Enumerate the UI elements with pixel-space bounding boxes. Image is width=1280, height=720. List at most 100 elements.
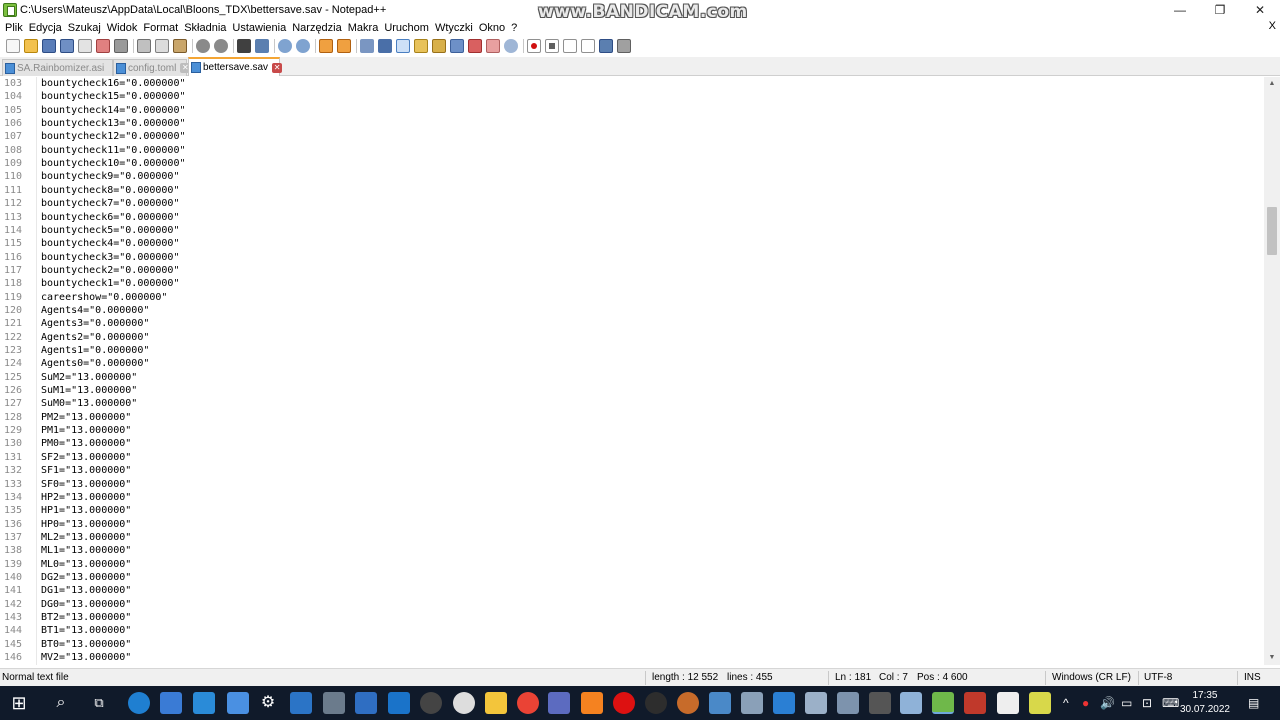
- editor-line[interactable]: 142 DG0="13.000000": [0, 598, 1264, 611]
- disc-icon[interactable]: [420, 692, 442, 714]
- tray-expand-icon[interactable]: ^: [1063, 696, 1069, 710]
- editor-line[interactable]: 136 HP0="13.000000": [0, 518, 1264, 531]
- menu-makra[interactable]: Makra: [345, 22, 382, 34]
- editor-line[interactable]: 143 BT2="13.000000": [0, 611, 1264, 624]
- sync-horizontal-icon[interactable]: [337, 39, 351, 53]
- editor-line[interactable]: 109 bountycheck10="0.000000": [0, 157, 1264, 170]
- editor-line[interactable]: 123 Agents1="0.000000": [0, 344, 1264, 357]
- indent-guide-icon[interactable]: [396, 39, 410, 53]
- line-text[interactable]: BT0="13.000000": [41, 638, 131, 651]
- line-text[interactable]: bountycheck12="0.000000": [41, 130, 186, 143]
- editor-line[interactable]: 120 Agents4="0.000000": [0, 304, 1264, 317]
- line-text[interactable]: Agents0="0.000000": [41, 357, 149, 370]
- save-icon[interactable]: [42, 39, 56, 53]
- word-wrap-icon[interactable]: [360, 39, 374, 53]
- line-text[interactable]: BT1="13.000000": [41, 624, 131, 637]
- editor-line[interactable]: 115 bountycheck4="0.000000": [0, 237, 1264, 250]
- zoom-in-icon[interactable]: [278, 39, 292, 53]
- menu-skladnia[interactable]: Składnia: [181, 22, 229, 34]
- editor-line[interactable]: 126 SuM1="13.000000": [0, 384, 1264, 397]
- editor-line[interactable]: 144 BT1="13.000000": [0, 624, 1264, 637]
- menu-widok[interactable]: Widok: [104, 22, 141, 34]
- line-text[interactable]: Agents3="0.000000": [41, 317, 149, 330]
- app-icon[interactable]: [964, 692, 986, 714]
- editor-line[interactable]: 110 bountycheck9="0.000000": [0, 170, 1264, 183]
- line-text[interactable]: bountycheck10="0.000000": [41, 157, 186, 170]
- menu-uruchom[interactable]: Uruchom: [381, 22, 432, 34]
- editor-line[interactable]: 125 SuM2="13.000000": [0, 371, 1264, 384]
- task-view-icon[interactable]: ⧉: [88, 692, 110, 714]
- image-viewer-icon[interactable]: [355, 692, 377, 714]
- menu-szukaj[interactable]: Szukaj: [65, 22, 104, 34]
- editor-line[interactable]: 128 PM2="13.000000": [0, 411, 1264, 424]
- close-file-icon[interactable]: [78, 39, 92, 53]
- record-macro-icon[interactable]: [527, 39, 541, 53]
- folder-workspace-icon[interactable]: [486, 39, 500, 53]
- line-text[interactable]: Agents1="0.000000": [41, 344, 149, 357]
- volume-icon[interactable]: 🔊: [1100, 696, 1115, 710]
- line-text[interactable]: bountycheck16="0.000000": [41, 77, 186, 90]
- menu-plik[interactable]: Plik: [2, 22, 26, 34]
- line-text[interactable]: bountycheck9="0.000000": [41, 170, 179, 183]
- doc-list-icon[interactable]: [450, 39, 464, 53]
- editor-line[interactable]: 131 SF2="13.000000": [0, 451, 1264, 464]
- line-text[interactable]: DG2="13.000000": [41, 571, 131, 584]
- mail-icon[interactable]: [227, 692, 249, 714]
- scroll-down-icon[interactable]: ▼: [1264, 651, 1280, 665]
- new-file-icon[interactable]: [6, 39, 20, 53]
- line-text[interactable]: bountycheck6="0.000000": [41, 211, 179, 224]
- line-text[interactable]: PM2="13.000000": [41, 411, 131, 424]
- zoom-out-icon[interactable]: [296, 39, 310, 53]
- editor-line[interactable]: 139 ML0="13.000000": [0, 558, 1264, 571]
- vlc-icon[interactable]: [581, 692, 603, 714]
- search-icon[interactable]: ⌕: [50, 692, 72, 714]
- save-all-icon[interactable]: [60, 39, 74, 53]
- editor-line[interactable]: 106 bountycheck13="0.000000": [0, 117, 1264, 130]
- editor-line[interactable]: 113 bountycheck6="0.000000": [0, 211, 1264, 224]
- editor-line[interactable]: 141 DG1="13.000000": [0, 584, 1264, 597]
- tab-bettersave-sav[interactable]: bettersave.sav ✕: [188, 57, 283, 76]
- notepadpp-taskbar-icon[interactable]: [932, 692, 954, 714]
- save-macro-icon[interactable]: [599, 39, 613, 53]
- scroll-up-icon[interactable]: ▲: [1264, 77, 1280, 91]
- editor-line[interactable]: 135 HP1="13.000000": [0, 504, 1264, 517]
- obs-icon[interactable]: [645, 692, 667, 714]
- app-icon[interactable]: [869, 692, 891, 714]
- redo-icon[interactable]: [214, 39, 228, 53]
- line-text[interactable]: HP1="13.000000": [41, 504, 131, 517]
- line-text[interactable]: bountycheck15="0.000000": [41, 90, 186, 103]
- steam-icon[interactable]: [453, 692, 475, 714]
- editor-line[interactable]: 130 PM0="13.000000": [0, 437, 1264, 450]
- tray-record-icon[interactable]: ●: [1082, 696, 1089, 710]
- line-text[interactable]: bountycheck13="0.000000": [41, 117, 186, 130]
- paint-icon[interactable]: [1029, 692, 1051, 714]
- replace-icon[interactable]: [255, 39, 269, 53]
- minimize-button[interactable]: —: [1160, 0, 1200, 20]
- line-text[interactable]: bountycheck8="0.000000": [41, 184, 179, 197]
- line-text[interactable]: BT2="13.000000": [41, 611, 131, 624]
- copy-icon[interactable]: [155, 39, 169, 53]
- editor-line[interactable]: 111 bountycheck8="0.000000": [0, 184, 1264, 197]
- close-all-icon[interactable]: [96, 39, 110, 53]
- app-icon[interactable]: [773, 692, 795, 714]
- language-icon[interactable]: [414, 39, 428, 53]
- line-text[interactable]: bountycheck14="0.000000": [41, 104, 186, 117]
- paste-icon[interactable]: [173, 39, 187, 53]
- network-tray-icon[interactable]: ⊡: [1142, 696, 1152, 710]
- close-tab-icon[interactable]: ✕: [272, 62, 283, 73]
- line-text[interactable]: bountycheck11="0.000000": [41, 144, 186, 157]
- editor-line[interactable]: 116 bountycheck3="0.000000": [0, 251, 1264, 264]
- editor-line[interactable]: 119 careershow="0.000000": [0, 291, 1264, 304]
- line-text[interactable]: SF2="13.000000": [41, 451, 131, 464]
- show-all-chars-icon[interactable]: [378, 39, 392, 53]
- menu-wtyczki[interactable]: Wtyczki: [432, 22, 476, 34]
- tab-sa-rainbomizer[interactable]: SA.Rainbomizer.asi: [2, 59, 113, 76]
- function-list-icon[interactable]: [468, 39, 482, 53]
- line-text[interactable]: HP0="13.000000": [41, 518, 131, 531]
- editor-line[interactable]: 133 SF0="13.000000": [0, 478, 1264, 491]
- editor-line[interactable]: 105 bountycheck14="0.000000": [0, 104, 1264, 117]
- editor-line[interactable]: 114 bountycheck5="0.000000": [0, 224, 1264, 237]
- app-icon[interactable]: [741, 692, 763, 714]
- line-text[interactable]: SuM0="13.000000": [41, 397, 137, 410]
- line-text[interactable]: HP2="13.000000": [41, 491, 131, 504]
